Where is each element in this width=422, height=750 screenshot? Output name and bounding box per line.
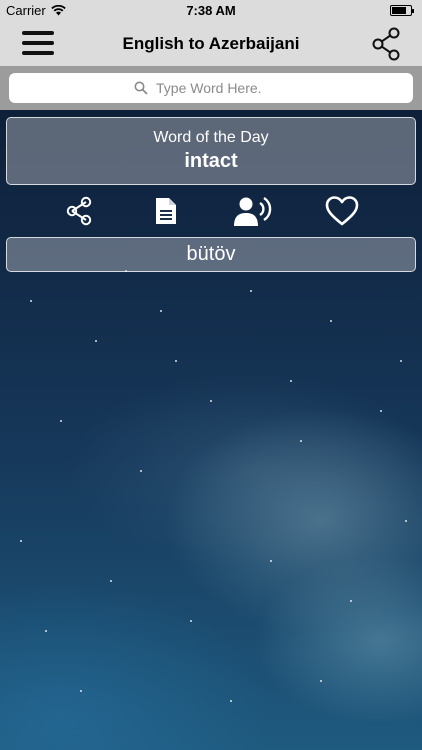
search-bar-container bbox=[0, 66, 422, 110]
word-of-the-day-heading: Word of the Day bbox=[153, 129, 269, 146]
starry-background bbox=[0, 0, 422, 750]
share-icon[interactable] bbox=[370, 27, 402, 61]
document-icon[interactable] bbox=[146, 192, 186, 230]
speaker-icon[interactable] bbox=[233, 192, 273, 230]
search-input[interactable] bbox=[154, 79, 288, 97]
share-word-icon[interactable] bbox=[59, 192, 99, 230]
page-title: English to Azerbaijani bbox=[122, 34, 300, 53]
battery-icon bbox=[390, 5, 414, 16]
word-of-the-day-card[interactable]: Word of the Day intact bbox=[6, 117, 416, 185]
navigation-bar: English to Azerbaijani bbox=[0, 22, 422, 67]
status-time: 7:38 AM bbox=[186, 3, 236, 18]
heart-icon[interactable] bbox=[322, 192, 362, 230]
search-icon bbox=[134, 81, 148, 95]
search-box[interactable] bbox=[9, 73, 413, 103]
translation-result: bütöv bbox=[6, 237, 416, 272]
word-of-the-day-word: intact bbox=[184, 150, 238, 172]
word-actions bbox=[0, 192, 422, 230]
status-bar: Carrier 7:38 AM bbox=[0, 0, 422, 22]
